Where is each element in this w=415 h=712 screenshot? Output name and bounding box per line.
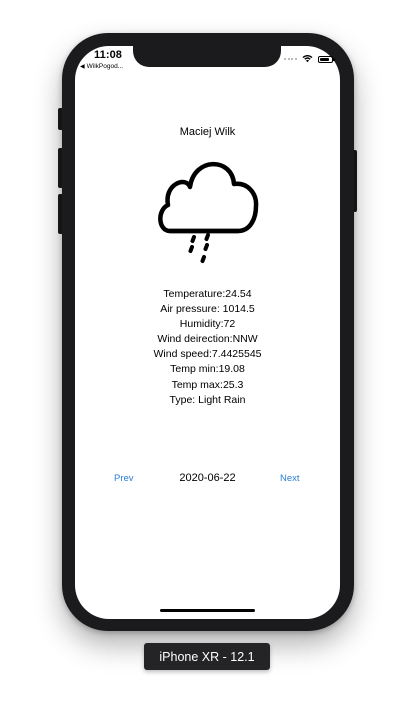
status-icons [284,55,335,63]
status-time: 11:08 [94,49,123,61]
simulator-stage: 11:08 ◀ WilkPogod... Maciej Wilk Tempera… [0,0,415,712]
device-notch [133,46,281,67]
battery-icon [317,55,335,63]
air-pressure-text: Air pressure: 1014.5 [160,303,255,316]
device-label: iPhone XR - 12.1 [144,643,270,670]
author-name: Maciej Wilk [179,126,236,138]
back-app-label: WilkPogod... [86,63,124,70]
signal-icon [284,58,297,60]
temperature-text: Temperature:24.54 [163,288,252,300]
back-to-app-link[interactable]: ◀ WilkPogod... [80,63,123,70]
weather-type-text: Type: Light Rain [169,393,246,406]
wifi-icon [302,55,312,63]
current-date: 2020-06-22 [179,472,236,484]
wind-direction-text: Wind deirection:NNW [157,333,258,346]
temp-min-text: Temp min:19.08 [170,363,245,376]
wind-speed-text: Wind speed:7.4425545 [153,348,262,361]
humidity-text: Humidity:72 [179,318,236,331]
home-indicator[interactable] [160,609,255,612]
temp-max-text: Temp max:25.3 [171,378,244,391]
next-button[interactable]: Next [280,473,300,484]
weather-details: Temperature:24.54 Air pressure: 1014.5 H… [75,287,340,408]
rain-cloud-icon [158,161,259,263]
battery-tip [333,58,335,61]
battery-level [319,57,329,61]
back-triangle-icon: ◀ [80,64,85,70]
